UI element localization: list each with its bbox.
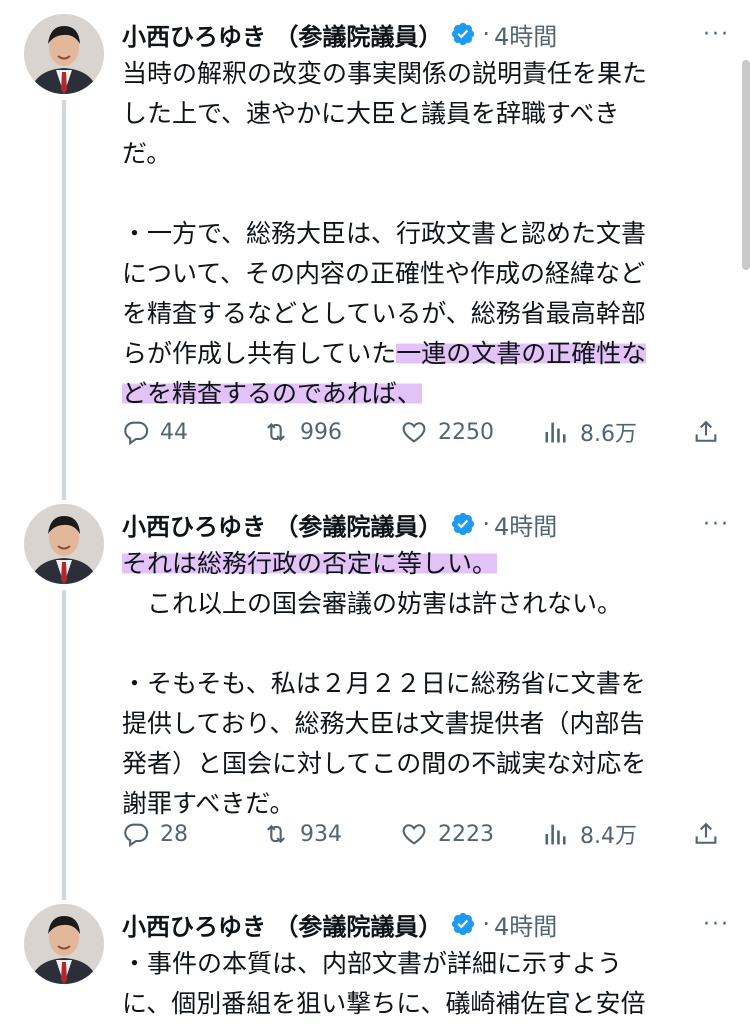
author-name[interactable]: 小西ひろゆき （参議院議員） <box>122 17 442 52</box>
thread-line <box>62 100 66 490</box>
tweet-header: 小西ひろゆき （参議院議員） · 4時間 ··· <box>122 504 730 544</box>
action-bar: 28 934 2223 8.4万 <box>122 814 722 854</box>
like-icon <box>400 418 428 446</box>
highlighted-text: どを精査するのであれば、 <box>122 379 422 408</box>
tweet-line: ・事件の本質は、内部文書が詳細に示すよう <box>122 944 722 984</box>
share-icon <box>692 820 720 848</box>
views-icon <box>542 820 570 848</box>
tweet-line: ・そもそも、私は２月２２日に総務省に文書を <box>122 664 722 704</box>
like-icon <box>400 820 428 848</box>
tweet-line: した上で、速やかに大臣と議員を辞職すべき <box>122 94 722 134</box>
more-icon[interactable]: ··· <box>703 14 730 54</box>
tweet-line: について、その内容の正確性や作成の経緯など <box>122 254 722 294</box>
tweet-line: だ。 <box>122 134 722 174</box>
retweet-count: 996 <box>300 419 342 445</box>
like-button[interactable]: 2223 <box>400 820 494 848</box>
tweet-line: どを精査するのであれば、 <box>122 374 722 414</box>
tweet-line-text: した上で、速やかに大臣と議員を辞職すべき <box>122 99 620 128</box>
thread-line <box>62 890 66 900</box>
tweet-line: これ以上の国会審議の妨害は許されない。 <box>122 584 722 624</box>
like-count: 2223 <box>438 821 494 847</box>
reply-icon <box>122 820 150 848</box>
tweet-line-text: を精査するなどとしているが、総務省最高幹部 <box>122 299 646 328</box>
verified-badge-icon <box>450 511 476 537</box>
avatar[interactable] <box>24 14 104 94</box>
author-name[interactable]: 小西ひろゆき （参議院議員） <box>122 907 442 942</box>
highlighted-text: それは総務行政の否定に等しい。 <box>122 549 498 578</box>
tweet-line-text: 提供しており、総務大臣は文書提供者（内部告 <box>122 709 645 738</box>
reply-button[interactable]: 44 <box>122 418 188 446</box>
reply-button[interactable]: 28 <box>122 820 188 848</box>
tweet-line-text: 発者）と国会に対してこの間の不誠実な対応を <box>122 749 647 778</box>
timestamp[interactable]: 4時間 <box>494 17 557 52</box>
tweet-line-text: について、その内容の正確性や作成の経緯など <box>122 259 646 288</box>
avatar[interactable] <box>24 904 104 984</box>
views-button[interactable]: 8.6万 <box>542 416 637 448</box>
tweet-line: それは総務行政の否定に等しい。 <box>122 544 722 584</box>
tweet-header: 小西ひろゆき （参議院議員） · 4時間 ··· <box>122 904 730 944</box>
tweet-line: に、個別番組を狙い撃ちに、礒崎補佐官と安倍 <box>122 984 722 1024</box>
like-count: 2250 <box>438 419 494 445</box>
tweet-line: を精査するなどとしているが、総務省最高幹部 <box>122 294 722 334</box>
highlighted-text: 一連の文書の正確性な <box>396 339 647 368</box>
author-name[interactable]: 小西ひろゆき （参議院議員） <box>122 507 442 542</box>
share-icon <box>692 418 720 446</box>
tweet-text: ・事件の本質は、内部文書が詳細に示すよう に、個別番組を狙い撃ちに、礒崎補佐官と安… <box>122 944 722 1024</box>
verified-badge-icon <box>450 911 476 937</box>
retweet-count: 934 <box>300 821 342 847</box>
tweet[interactable]: 小西ひろゆき （参議院議員） · 4時間 ··· 当時の解釈の改変の事実関係の説… <box>0 0 750 490</box>
more-icon[interactable]: ··· <box>703 904 730 944</box>
separator-dot: · <box>482 910 490 938</box>
separator-dot: · <box>482 20 490 48</box>
reply-count: 28 <box>160 821 188 847</box>
tweet[interactable]: 小西ひろゆき （参議院議員） · 4時間 ··· ・事件の本質は、内部文書が詳細… <box>0 890 750 1018</box>
reply-count: 44 <box>160 419 188 445</box>
tweet-line <box>122 624 722 664</box>
tweet-line-text: ・事件の本質は、内部文書が詳細に示すよう <box>122 949 623 978</box>
timestamp[interactable]: 4時間 <box>494 907 557 942</box>
thread-line <box>62 490 66 500</box>
share-button[interactable] <box>692 418 720 446</box>
action-bar: 44 996 2250 8.6万 <box>122 412 722 452</box>
retweet-button[interactable]: 996 <box>262 418 342 446</box>
tweet-line-text: に、個別番組を狙い撃ちに、礒崎補佐官と安倍 <box>122 989 646 1018</box>
tweet-line: 提供しており、総務大臣は文書提供者（内部告 <box>122 704 722 744</box>
tweet-text: 当時の解釈の改変の事実関係の説明責任を果た した上で、速やかに大臣と議員を辞職すべ… <box>122 54 722 414</box>
views-count: 8.4万 <box>580 824 637 849</box>
views-count: 8.6万 <box>580 422 637 447</box>
verified-badge-icon <box>450 21 476 47</box>
tweet-line-text: らが作成し共有していた <box>122 339 397 368</box>
tweet-line: らが作成し共有していた一連の文書の正確性な <box>122 334 722 374</box>
separator-dot: · <box>482 510 490 538</box>
more-icon[interactable]: ··· <box>703 504 730 544</box>
retweet-button[interactable]: 934 <box>262 820 342 848</box>
timestamp[interactable]: 4時間 <box>494 507 557 542</box>
tweet-line: 当時の解釈の改変の事実関係の説明責任を果た <box>122 54 722 94</box>
tweet-line-text: これ以上の国会審議の妨害は許されない。 <box>122 589 623 618</box>
tweet-header: 小西ひろゆき （参議院議員） · 4時間 ··· <box>122 14 730 54</box>
tweet-line-text: ・一方で、総務大臣は、行政文書と認めた文書 <box>122 219 647 248</box>
like-button[interactable]: 2250 <box>400 418 494 446</box>
tweet-line-text: だ。 <box>122 139 172 168</box>
tweet-text: それは総務行政の否定に等しい。 これ以上の国会審議の妨害は許されない。 ・そもそも… <box>122 544 722 824</box>
thread-line <box>62 590 66 890</box>
avatar[interactable] <box>24 504 104 584</box>
tweet-line-text: 当時の解釈の改変の事実関係の説明責任を果た <box>122 59 648 88</box>
views-button[interactable]: 8.4万 <box>542 818 637 850</box>
reply-icon <box>122 418 150 446</box>
tweet-line <box>122 174 722 214</box>
retweet-icon <box>262 418 290 446</box>
tweet-line: 発者）と国会に対してこの間の不誠実な対応を <box>122 744 722 784</box>
views-icon <box>542 418 570 446</box>
share-button[interactable] <box>692 820 720 848</box>
tweet[interactable]: 小西ひろゆき （参議院議員） · 4時間 ··· それは総務行政の否定に等しい。… <box>0 490 750 890</box>
retweet-icon <box>262 820 290 848</box>
tweet-line: ・一方で、総務大臣は、行政文書と認めた文書 <box>122 214 722 254</box>
tweet-line-text: ・そもそも、私は２月２２日に総務省に文書を <box>122 669 646 698</box>
